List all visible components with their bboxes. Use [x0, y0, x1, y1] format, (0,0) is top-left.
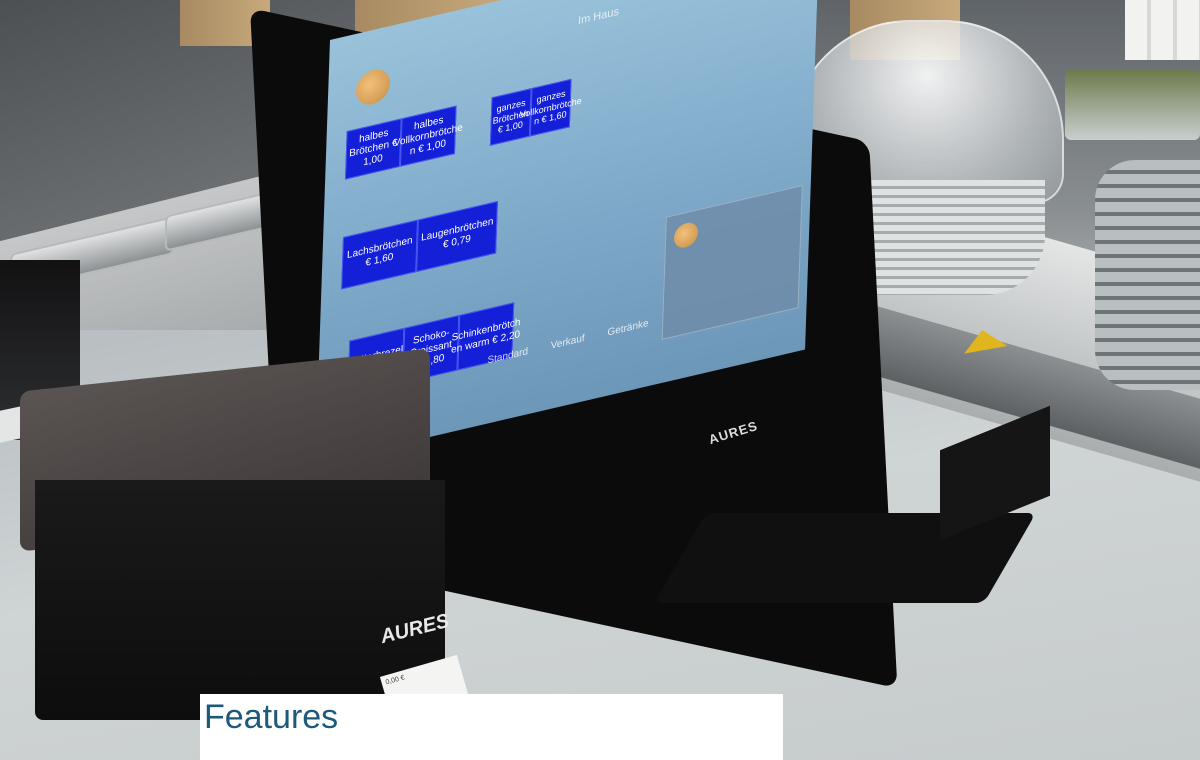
photo-scene: AURES Im Haus halbes Brötchen € 1,00 hal…	[0, 0, 1200, 760]
caption-box: Features	[200, 694, 783, 760]
product-tile[interactable]: ganzes Vollkornbrötche n € 1,60	[520, 78, 582, 137]
menu-tab-getraenke[interactable]: Getränke	[607, 318, 648, 339]
caption-title: Features	[204, 698, 339, 736]
plate-stack-right	[1095, 160, 1200, 390]
salad-bar	[1065, 70, 1200, 140]
shop-logo-icon	[673, 220, 699, 251]
monitor-stand	[654, 513, 1036, 603]
product-tile[interactable]: Laugenbrötchen € 0,79	[416, 200, 498, 273]
product-tile[interactable]: Lachsbrötchen € 1,60	[341, 219, 418, 290]
order-panel	[661, 184, 803, 340]
product-tile[interactable]: halbes Vollkornbrötche n € 1,00	[394, 105, 463, 167]
receipt-printer: 0,00 €	[15, 348, 471, 750]
bowl-stack	[1125, 0, 1200, 60]
